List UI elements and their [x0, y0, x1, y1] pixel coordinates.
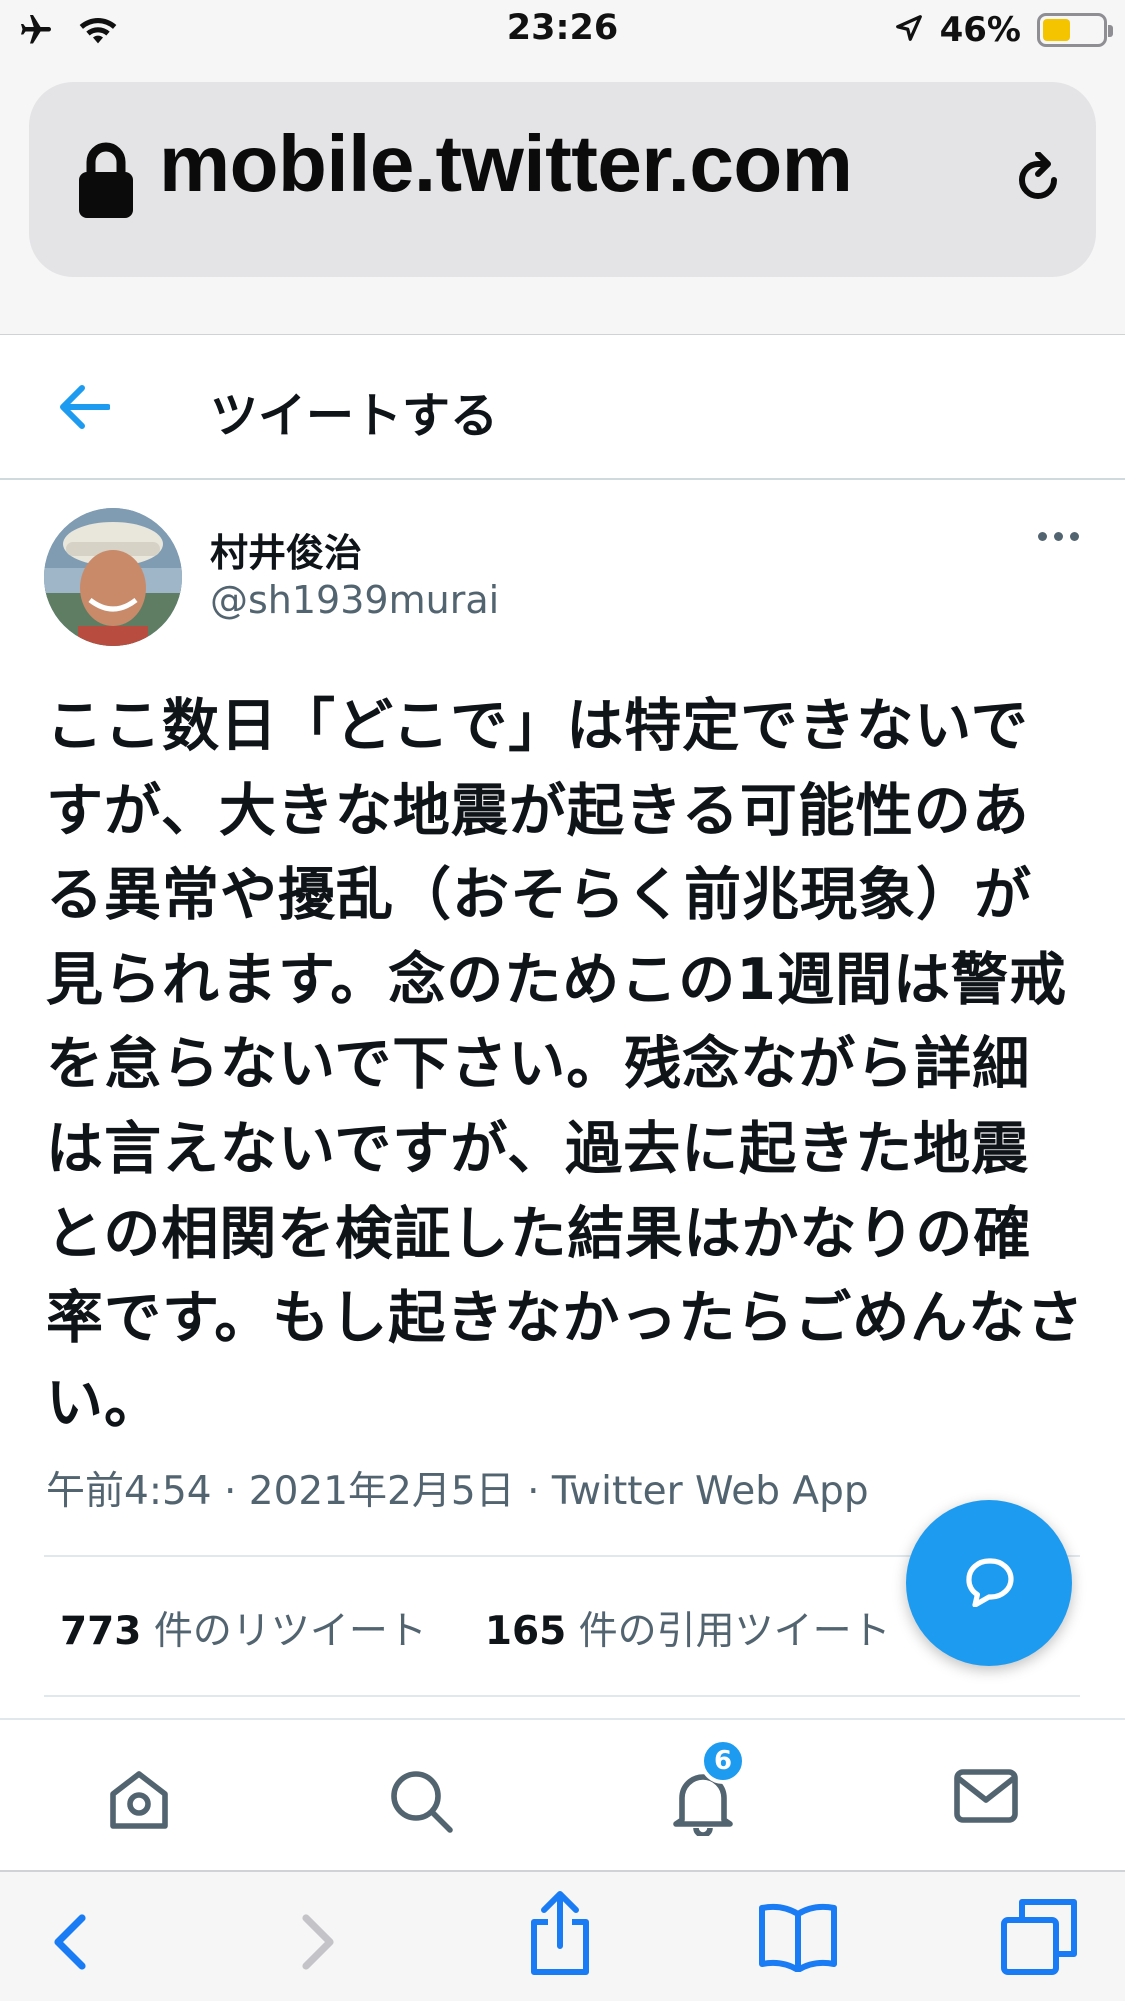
tabs-icon[interactable] [1000, 1898, 1078, 1980]
compose-reply-button[interactable] [906, 1500, 1072, 1666]
lock-icon [77, 140, 135, 224]
location-arrow-icon [894, 13, 924, 47]
more-dot [1070, 532, 1079, 541]
more-dot [1054, 532, 1063, 541]
share-icon[interactable] [528, 1890, 592, 1980]
battery-level [1043, 19, 1070, 41]
search-icon[interactable] [388, 1768, 454, 1838]
retweets-stat[interactable]: 773 件のリツイート [60, 1600, 427, 1656]
tweet-meta: 午前4:54 · 2021年2月5日 · Twitter Web App [46, 1460, 869, 1516]
tweet-page-header: ツイートする [0, 336, 1125, 480]
address-bar[interactable]: mobile.twitter.com [29, 82, 1096, 277]
quotes-stat[interactable]: 165 件の引用ツイート [485, 1600, 891, 1656]
battery-icon [1037, 13, 1113, 47]
tweet-time[interactable]: 午前4:54 [46, 1469, 212, 1514]
forward-icon[interactable] [300, 1914, 336, 1974]
quotes-count: 165 [484, 1609, 567, 1654]
back-icon[interactable] [52, 1914, 88, 1974]
url-text: mobile.twitter.com [159, 119, 853, 208]
retweets-count: 773 [60, 1609, 142, 1654]
divider [44, 1695, 1080, 1697]
twitter-bottom-nav: 6 [0, 1718, 1125, 1870]
tweet-stats: 773 件のリツイート 165 件の引用ツイート [60, 1600, 891, 1656]
notifications-icon[interactable]: 6 [670, 1738, 746, 1840]
back-arrow-icon[interactable] [58, 384, 111, 434]
tweet-source[interactable]: Twitter Web App [552, 1469, 869, 1514]
home-icon[interactable] [105, 1768, 173, 1836]
safari-toolbar [0, 1870, 1125, 2001]
avatar[interactable] [44, 508, 182, 646]
tweet-date[interactable]: 2021年2月5日 [249, 1469, 515, 1514]
more-options-icon[interactable] [1038, 532, 1079, 541]
quotes-label: 件の引用ツイート [566, 1609, 891, 1654]
reply-bubble-icon [961, 1555, 1017, 1611]
page-title: ツイートする [210, 388, 499, 444]
tweet-text: ここ数日「どこで」は特定できないですが、大きな地震が起きる可能性のある異常や擾乱… [46, 693, 1085, 1436]
more-dot [1038, 532, 1047, 541]
status-bar-right: 46% [894, 10, 1113, 50]
meta-separator: · [211, 1469, 249, 1514]
battery-percent: 46% [939, 10, 1021, 50]
bookmarks-icon[interactable] [758, 1902, 838, 1976]
messages-icon[interactable] [953, 1768, 1019, 1828]
meta-separator: · [514, 1469, 552, 1514]
browser-chrome: 23:26 46% mobile.twitter.com [0, 0, 1125, 335]
author-handle[interactable]: @sh1939murai [210, 578, 499, 622]
reload-icon[interactable] [1014, 151, 1064, 212]
notification-badge: 6 [700, 1738, 746, 1784]
author-name[interactable]: 村井俊治 [210, 522, 362, 577]
retweets-label: 件のリツイート [141, 1609, 427, 1654]
